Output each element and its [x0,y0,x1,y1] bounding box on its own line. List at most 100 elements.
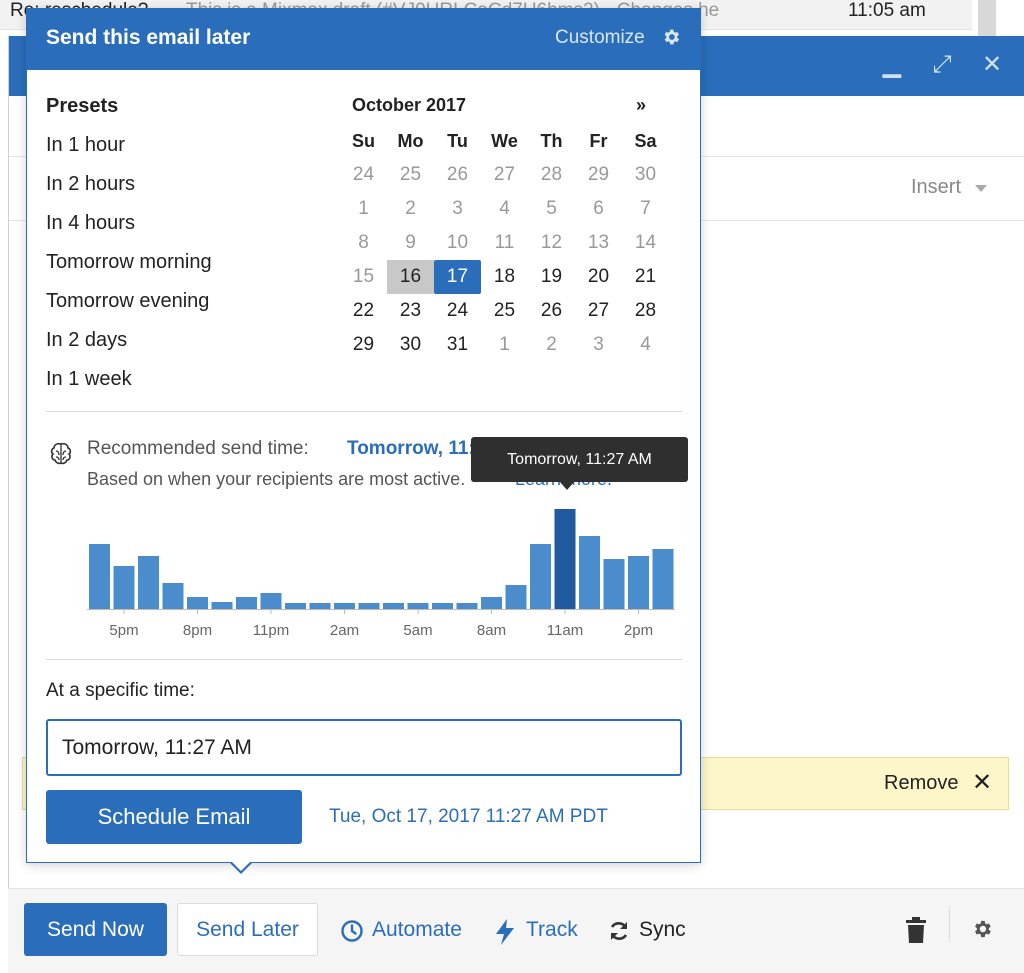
calendar-day[interactable]: 25 [387,158,434,192]
calendar-day[interactable]: 24 [434,294,481,328]
histogram-bar[interactable] [138,556,159,609]
calendar-week-row: 8 9 10 11 12 13 14 [340,226,671,260]
histogram-bar[interactable] [505,585,527,609]
send-now-button[interactable]: Send Now [24,903,167,956]
presets-title: Presets [46,95,119,117]
calendar-day[interactable]: 31 [434,328,481,362]
histogram-bar[interactable] [162,583,184,609]
calendar-day[interactable]: 25 [481,294,528,328]
trash-icon[interactable] [904,917,928,943]
popup-pointer-fill [231,861,251,871]
preset-tomorrow-evening[interactable]: Tomorrow evening [46,290,209,313]
calendar-day[interactable]: 4 [481,192,528,226]
preset-in-1-hour[interactable]: In 1 hour [46,134,125,157]
calendar-grid: Su Mo Tu We Th Fr Sa 24 25 26 27 28 29 30 1 2 3 4 5 6 7 8 9 10 1… [340,124,671,362]
histogram-bar[interactable] [358,603,380,609]
calendar-day[interactable]: 6 [575,192,622,226]
schedule-email-button[interactable]: Schedule Email [46,790,302,844]
preset-in-4-hours[interactable]: In 4 hours [46,212,135,235]
histogram-bar[interactable] [530,544,551,609]
calendar-day[interactable]: 18 [481,260,528,294]
calendar-day[interactable]: 2 [387,192,434,226]
send-later-button[interactable]: Send Later [177,903,318,956]
calendar-day[interactable]: 1 [481,328,528,362]
close-icon[interactable]: ✕ [972,768,992,797]
histogram-bar[interactable] [309,603,331,609]
histogram-bar[interactable] [481,597,502,609]
calendar-day[interactable]: 12 [528,226,575,260]
calendar-day[interactable]: 21 [622,260,669,294]
calendar-day[interactable]: 3 [575,328,622,362]
calendar-day[interactable]: 1 [340,192,387,226]
histogram-bar[interactable] [236,597,257,609]
calendar-day[interactable]: 26 [434,158,481,192]
histogram-bar[interactable] [211,602,233,609]
customize-link[interactable]: Customize [555,27,645,49]
popup-title: Send this email later [46,26,251,49]
calendar-day[interactable]: 3 [434,192,481,226]
calendar-day[interactable]: 20 [575,260,622,294]
calendar-day-today[interactable]: 16 [387,260,434,294]
insert-menu[interactable]: Insert [911,176,961,199]
calendar-day[interactable]: 10 [434,226,481,260]
calendar-day[interactable]: 5 [528,192,575,226]
calendar-day[interactable]: 11 [481,226,528,260]
histogram-bar[interactable] [260,593,282,609]
calendar-day[interactable]: 28 [528,158,575,192]
histogram-bar[interactable] [285,603,306,609]
calendar-day[interactable]: 2 [528,328,575,362]
scrollbar[interactable] [978,0,996,36]
section-divider [46,659,682,660]
remove-button[interactable]: Remove [884,772,958,795]
histogram-bar[interactable] [407,603,429,609]
calendar-day[interactable]: 7 [622,192,669,226]
histogram-bar[interactable] [628,556,649,609]
calendar-next-button[interactable]: » [636,95,646,116]
histogram-bar[interactable] [187,597,208,609]
gear-icon[interactable] [971,918,993,940]
calendar-day-selected[interactable]: 17 [434,260,481,294]
calendar-day[interactable]: 4 [622,328,669,362]
calendar-day[interactable]: 9 [387,226,434,260]
calendar-day[interactable]: 23 [387,294,434,328]
calendar-day[interactable]: 14 [622,226,669,260]
preset-in-1-week[interactable]: In 1 week [46,368,132,391]
minimize-icon[interactable]: ▁ [877,50,907,80]
histogram-bar[interactable] [603,559,625,609]
calendar-day[interactable]: 24 [340,158,387,192]
calendar-day[interactable]: 8 [340,226,387,260]
specific-time-input[interactable] [46,719,682,776]
calendar-day[interactable]: 19 [528,260,575,294]
activity-histogram: 5pm 8pm 11pm 2am 5am 8am 11am 2pm [87,509,675,639]
calendar-day[interactable]: 29 [575,158,622,192]
calendar-day[interactable]: 22 [340,294,387,328]
calendar-day[interactable]: 28 [622,294,669,328]
calendar-day[interactable]: 30 [622,158,669,192]
histogram-bar[interactable] [89,544,110,609]
histogram-bar[interactable] [652,549,674,609]
histogram-bar[interactable] [579,536,600,609]
recommended-description: Based on when your recipients are most a… [87,469,466,489]
histogram-bar[interactable] [456,603,478,609]
histogram-tick-label: 5am [403,622,432,639]
preset-in-2-days[interactable]: In 2 days [46,329,127,352]
gear-icon[interactable] [661,27,681,47]
histogram-bar[interactable] [432,603,453,609]
histogram-bar[interactable] [113,566,135,609]
calendar-day[interactable]: 13 [575,226,622,260]
histogram-bar-highlighted[interactable] [554,509,576,609]
expand-icon[interactable]: ⤢ [927,50,957,80]
preset-in-2-hours[interactable]: In 2 hours [46,173,135,196]
preset-tomorrow-morning[interactable]: Tomorrow morning [46,251,212,274]
histogram-bar[interactable] [334,603,355,609]
close-icon[interactable]: ✕ [977,50,1007,80]
calendar-day[interactable]: 15 [340,260,387,294]
specific-time-label: At a specific time: [46,680,195,701]
calendar-day[interactable]: 29 [340,328,387,362]
calendar-day[interactable]: 30 [387,328,434,362]
calendar-day[interactable]: 27 [575,294,622,328]
calendar-day[interactable]: 26 [528,294,575,328]
histogram-bar[interactable] [383,603,404,609]
calendar-weekday: Su [351,131,375,151]
calendar-day[interactable]: 27 [481,158,528,192]
